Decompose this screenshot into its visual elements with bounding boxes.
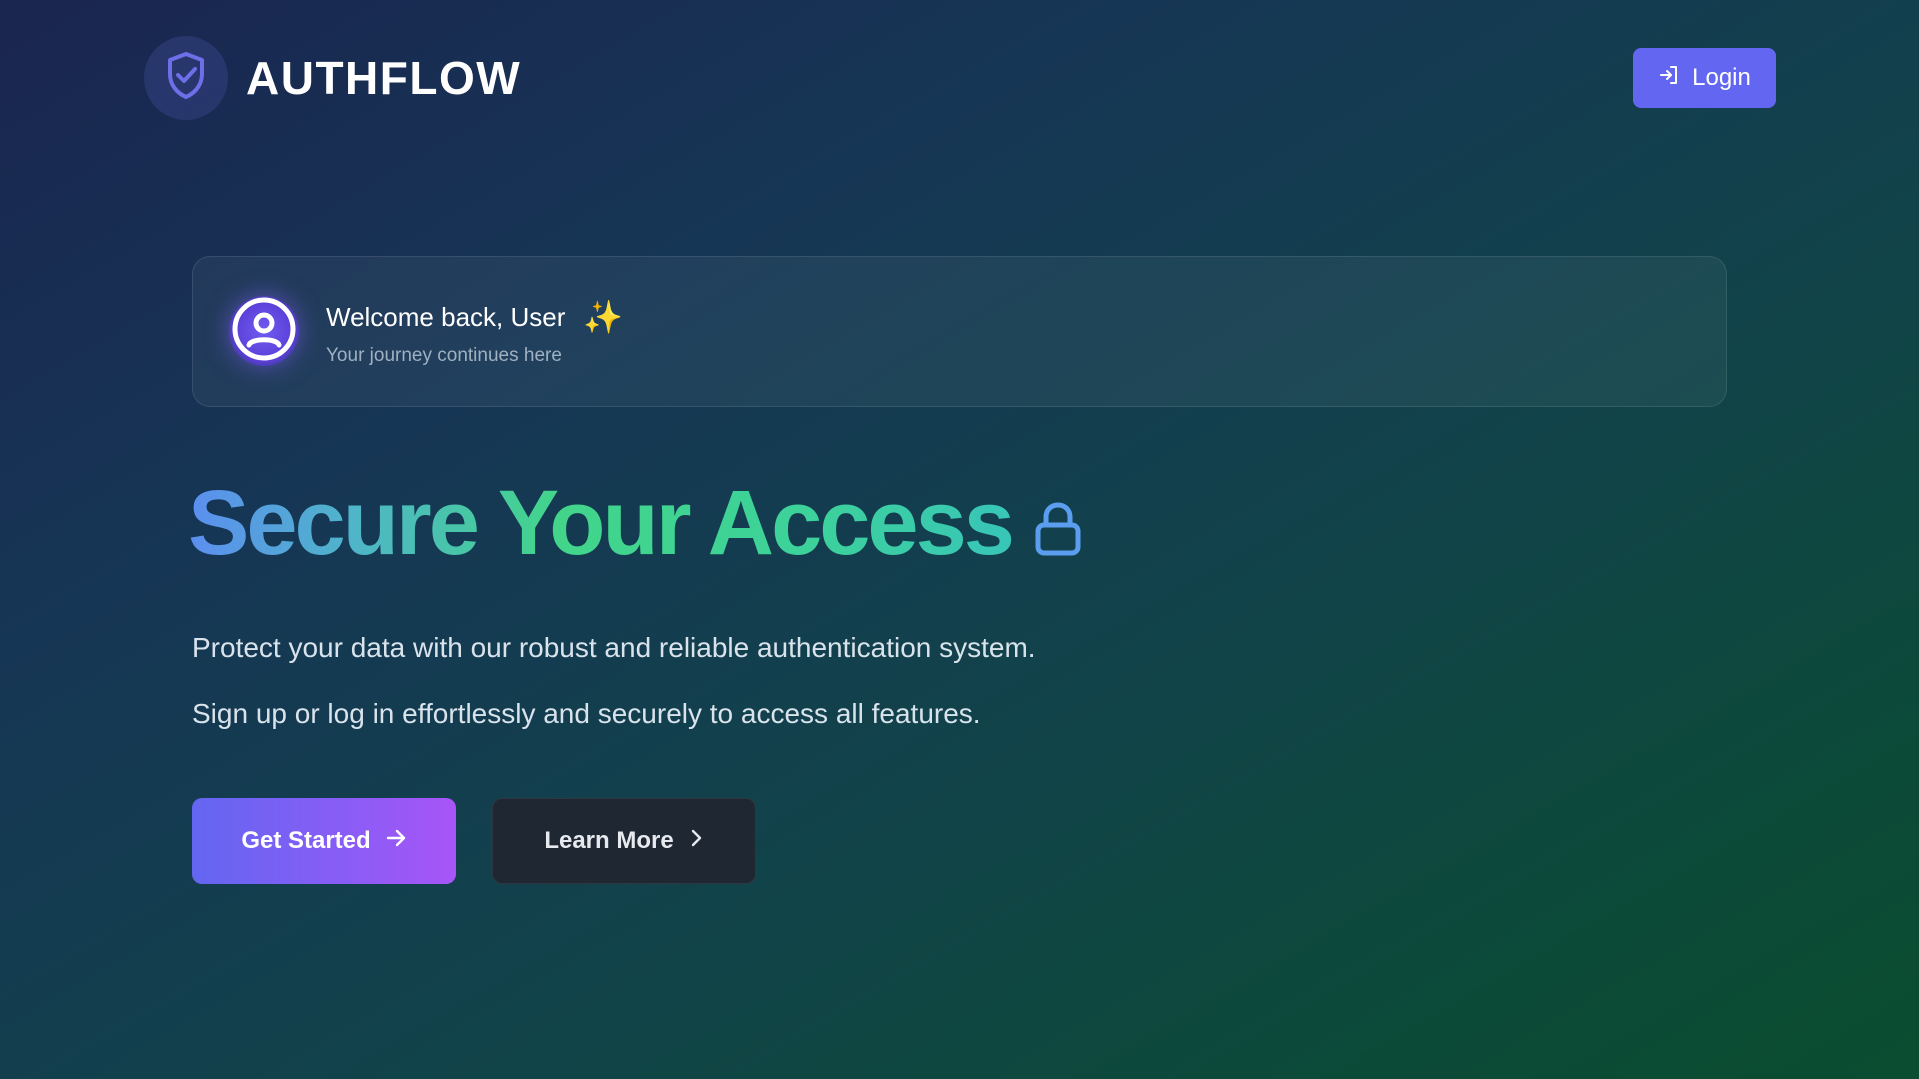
brand-name: AUTHFLOW [246,52,522,104]
welcome-card: Welcome back, User ✨ Your journey contin… [192,256,1727,407]
hero-description-2: Sign up or log in effortlessly and secur… [192,698,981,729]
login-button[interactable]: Login [1633,48,1776,108]
user-circle-icon [231,296,297,367]
sparkle-icon: ✨ [583,299,624,335]
brand[interactable]: AUTHFLOW [144,36,521,120]
learn-more-label: Learn More [544,827,674,854]
lock-icon [1034,476,1082,577]
get-started-label: Get Started [241,827,371,854]
chevron-right-icon [674,827,704,856]
welcome-subtitle: Your journey continues here [326,345,562,366]
hero-title-text: Secure Your Access [188,472,1015,574]
learn-more-button[interactable]: Learn More [492,798,756,884]
avatar [229,296,299,366]
welcome-title-text: Welcome back, User [326,301,566,332]
arrow-right-icon [371,827,407,856]
hero-title: Secure Your Access [188,470,1082,577]
brand-logo [144,36,228,120]
get-started-button[interactable]: Get Started [192,798,456,884]
sign-in-icon [1658,64,1692,93]
welcome-title: Welcome back, User ✨ [326,301,623,333]
login-label: Login [1692,64,1751,91]
hero-description-1: Protect your data with our robust and re… [192,632,1036,663]
top-navigation: AUTHFLOW Login [144,36,1776,120]
shield-check-icon [162,50,210,107]
